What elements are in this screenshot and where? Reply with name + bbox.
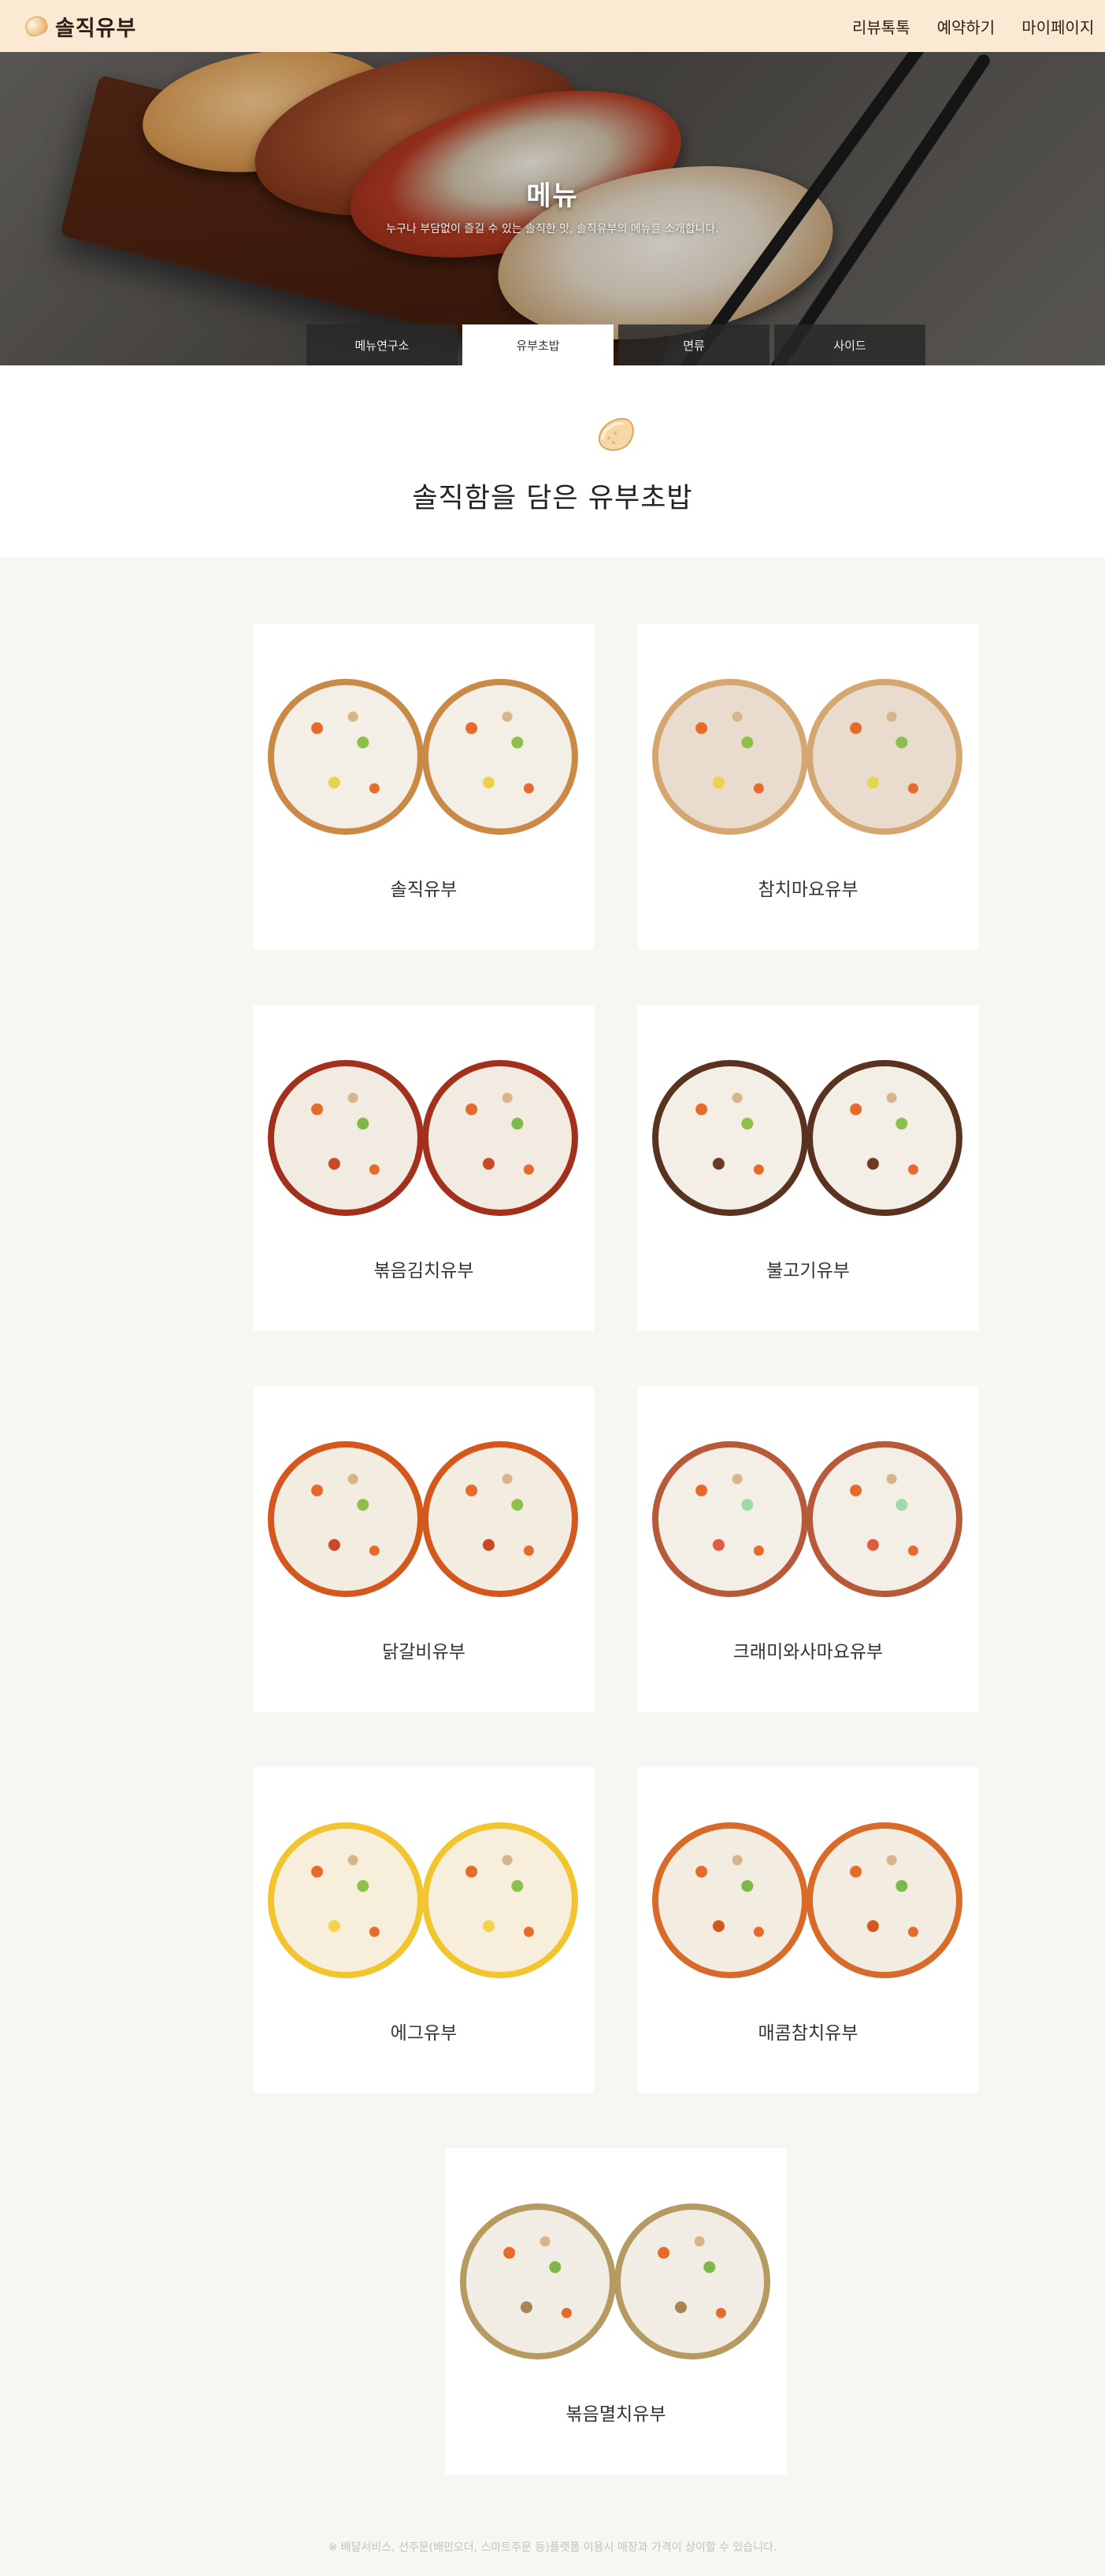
menu-card-kimchi-yubu[interactable]: 볶음김치유부 <box>254 1005 594 1331</box>
menu-card-dakgalbi-yubu[interactable]: 닭갈비유부 <box>254 1386 594 1712</box>
yubu-half-image <box>460 2203 616 2359</box>
hero-title: 메뉴 <box>526 180 579 212</box>
hero-banner: 메뉴 누구나 부담없이 즐길 수 있는 솔직한 맛, 솔직유부의 메뉴를 소개합… <box>0 52 1105 365</box>
menu-photo <box>268 679 580 836</box>
menu-name: 참치마요유부 <box>758 880 858 900</box>
top-navigation-bar: 솔직유부 리뷰톡톡 예약하기 마이페이지 <box>0 0 1105 52</box>
yubu-half-image <box>652 679 808 835</box>
yubu-icon <box>598 417 634 451</box>
price-footnote: ※ 배달서비스, 선주문(배민오더, 스마트주문 등)플랫폼 이용시 매장과 가… <box>328 2541 777 2554</box>
menu-photo <box>652 679 964 836</box>
yubu-half-image <box>807 1822 962 1978</box>
menu-category-tabs: 메뉴연구소 유부초밥 면류 사이드 <box>306 324 925 365</box>
menu-card-sojik-yubu[interactable]: 솔직유부 <box>254 624 594 950</box>
menu-photo <box>268 1822 580 1980</box>
yubu-half-image <box>422 1060 578 1216</box>
nav-reservation[interactable]: 예약하기 <box>937 15 996 38</box>
menu-name: 볶음멸치유부 <box>565 2404 666 2425</box>
nav-review[interactable]: 리뷰톡톡 <box>852 15 910 38</box>
hero-subtitle: 누구나 부담없이 즐길 수 있는 솔직한 맛, 솔직유부의 메뉴를 소개합니다. <box>386 223 719 235</box>
yubu-half-image <box>807 679 962 835</box>
yubu-half-image <box>652 1060 808 1216</box>
yubu-half-image <box>807 1441 962 1597</box>
yubu-half-image <box>268 679 424 835</box>
section-title: 솔직함을 담은 유부초밥 <box>412 483 693 514</box>
yubu-half-image <box>268 1441 424 1597</box>
menu-name: 볶음김치유부 <box>373 1261 474 1281</box>
menu-photo <box>652 1441 964 1599</box>
yubu-half-image <box>422 1441 578 1597</box>
menu-card-tuna-mayo-yubu[interactable]: 참치마요유부 <box>638 624 978 950</box>
yubu-logo-icon <box>22 13 50 39</box>
menu-card-spicy-tuna-yubu[interactable]: 매콤참치유부 <box>638 1767 978 2093</box>
nav-mypage[interactable]: 마이페이지 <box>1022 15 1094 38</box>
yubu-half-image <box>422 1822 578 1978</box>
menu-name: 불고기유부 <box>766 1261 850 1281</box>
menu-card-egg-yubu[interactable]: 에그유부 <box>254 1767 594 2093</box>
brand-logo[interactable]: 솔직유부 <box>22 11 137 42</box>
yubu-half-image <box>614 2203 770 2359</box>
menu-photo <box>460 2203 772 2361</box>
menu-name: 솔직유부 <box>390 880 458 900</box>
yubu-half-image <box>652 1441 808 1597</box>
tab-side[interactable]: 사이드 <box>774 324 925 365</box>
tab-noodles[interactable]: 면류 <box>618 324 769 365</box>
section-intro <box>0 365 1105 558</box>
yubu-half-image <box>807 1060 962 1216</box>
menu-name: 매콤참치유부 <box>758 2023 858 2044</box>
yubu-half-image <box>422 679 578 835</box>
tab-yubu-chobap[interactable]: 유부초밥 <box>462 324 614 365</box>
menu-name: 에그유부 <box>390 2023 458 2044</box>
menu-photo <box>652 1822 964 1980</box>
menu-name: 닭갈비유부 <box>382 1642 465 1662</box>
menu-photo <box>268 1441 580 1599</box>
main-nav: 리뷰톡톡 예약하기 마이페이지 <box>852 0 1094 52</box>
menu-photo <box>652 1060 964 1218</box>
menu-photo <box>268 1060 580 1218</box>
tab-menu-lab[interactable]: 메뉴연구소 <box>306 324 458 365</box>
menu-card-bulgogi-yubu[interactable]: 불고기유부 <box>638 1005 978 1331</box>
yubu-half-image <box>652 1822 808 1978</box>
menu-card-anchovy-yubu[interactable]: 볶음멸치유부 <box>446 2148 786 2474</box>
yubu-half-image <box>268 1060 424 1216</box>
menu-card-crabmeat-wasabi-yubu[interactable]: 크래미와사마요유부 <box>638 1386 978 1712</box>
menu-name: 크래미와사마요유부 <box>732 1642 884 1662</box>
brand-name: 솔직유부 <box>55 16 137 41</box>
yubu-half-image <box>268 1822 424 1978</box>
